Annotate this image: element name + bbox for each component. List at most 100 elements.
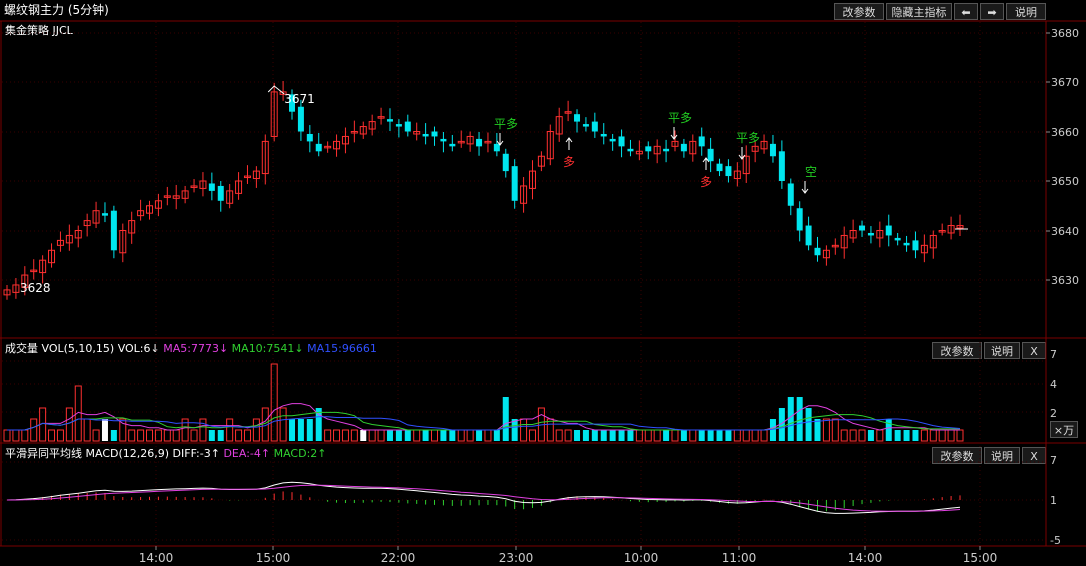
hide-main-indicator-button[interactable]: 隐藏主指标 (886, 3, 952, 20)
candle-down (208, 183, 215, 191)
volume-bar-up (146, 429, 154, 442)
volume-bar-up (333, 429, 341, 442)
volume-bar-up (128, 429, 136, 442)
signal-label: 多 (700, 175, 712, 189)
candle-up (849, 230, 857, 239)
change-params-button[interactable]: 改参数 (834, 3, 884, 20)
candle-up (350, 131, 358, 134)
macd-close-button[interactable]: X (1022, 447, 1046, 464)
prev-arrow-button[interactable]: ⬅ (954, 3, 978, 20)
volume-bar-up (849, 429, 857, 442)
signal-arrow-head (565, 137, 573, 143)
candle-down (645, 146, 652, 152)
dea-value: DEA:-4↑ (223, 447, 271, 460)
candle-down (289, 94, 296, 112)
candle-up (74, 230, 82, 239)
volume-bar-up (520, 418, 528, 442)
time-tick-label: 15:00 (963, 551, 998, 565)
volume-bar-up (831, 418, 839, 442)
volume-bar-up (760, 429, 768, 442)
volume-bar-up (742, 429, 750, 442)
candle-down (386, 119, 393, 122)
candle-up (555, 116, 563, 135)
volume-params-button[interactable]: 改参数 (932, 342, 982, 359)
candle-up (235, 180, 243, 194)
signal-arrow-head (702, 157, 710, 163)
chart-frame (0, 20, 1086, 547)
time-tick-label: 22:00 (381, 551, 416, 565)
volume-bar-up (938, 429, 946, 442)
candle-up (341, 135, 349, 145)
candle-up (466, 135, 474, 145)
volume-bar-up (30, 418, 38, 442)
candle-up (751, 145, 759, 152)
volume-bar-down (476, 430, 483, 441)
volume-bar-down (404, 430, 411, 441)
candle-up (324, 145, 332, 149)
candle-down (422, 133, 429, 137)
volume-unit-button[interactable]: ×万 (1050, 421, 1078, 438)
volume-bar-up (431, 429, 439, 442)
candle-up (653, 145, 661, 155)
candle-up (635, 150, 643, 155)
volume-bar-down (208, 430, 215, 441)
ma15-value: MA15:96661 (307, 342, 377, 355)
candle-down (502, 153, 509, 172)
candle-down (431, 131, 438, 137)
volume-bar-up (840, 429, 848, 442)
volume-bar-up (226, 418, 234, 442)
diff-value: DIFF:-3↑ (172, 447, 220, 460)
volume-bar-up (671, 429, 679, 442)
candle-up (146, 205, 154, 214)
candle-up (190, 185, 198, 188)
candle-up (181, 190, 189, 199)
volume-bar-up (555, 429, 563, 442)
candle-up (938, 230, 946, 233)
candle-down (609, 138, 616, 142)
volume-bar-up (324, 429, 332, 442)
macd-tick-label: 7 (1050, 454, 1057, 467)
volume-bar-up (644, 429, 652, 442)
candle-up (876, 230, 884, 239)
help-button[interactable]: 说明 (1006, 3, 1046, 20)
volume-bar-up (74, 385, 82, 442)
signal-label: 多 (563, 155, 575, 169)
candle-up (929, 234, 937, 249)
candle-up (689, 140, 697, 155)
strategy-label: 集金策略 JJCL (5, 24, 73, 37)
volume-bar-up (484, 429, 492, 442)
candle-down (814, 247, 821, 256)
volume-bar-up (39, 407, 47, 442)
volume-bar-up (261, 407, 269, 442)
volume-bar-down (698, 430, 705, 441)
volume-bar-up (635, 429, 643, 442)
time-tick-label: 10:00 (624, 551, 659, 565)
volume-bars (3, 363, 964, 442)
volume-help-button[interactable]: 说明 (984, 342, 1020, 359)
ma10-value: MA10:7541↓ (231, 342, 304, 355)
volume-bar-down (449, 430, 456, 441)
time-tick-label: 14:00 (139, 551, 174, 565)
candle-up (12, 284, 20, 293)
volume-panel-title: 成交量 VOL(5,10,15) VOL:6↓ MA5:7773↓ MA10:7… (5, 342, 377, 356)
volume-bar-down (574, 430, 581, 441)
macd-value: MACD:2↑ (273, 447, 327, 460)
signal-arrow-head (801, 188, 809, 194)
volume-close-button[interactable]: X (1022, 342, 1046, 359)
candle-down (591, 121, 598, 132)
candle-up (137, 210, 145, 217)
candle-down (725, 166, 732, 177)
candle-up (920, 244, 928, 254)
macd-params-button[interactable]: 改参数 (932, 447, 982, 464)
macd-help-button[interactable]: 说明 (984, 447, 1020, 464)
next-arrow-button[interactable]: ➡ (980, 3, 1004, 20)
candle-up (48, 249, 56, 264)
volume-bar-up (163, 429, 171, 442)
kline-chart[interactable]: 3671 3628 3680 3670 3660 3650 3640 3630 7 4 2 7 1 -5… (0, 0, 1086, 566)
candle-down (217, 185, 224, 201)
candle-down (511, 166, 518, 201)
volume-bar-up (368, 429, 376, 442)
macd-histogram (15, 491, 961, 512)
signal-arrow-head (496, 140, 504, 146)
candle-down (867, 232, 874, 236)
